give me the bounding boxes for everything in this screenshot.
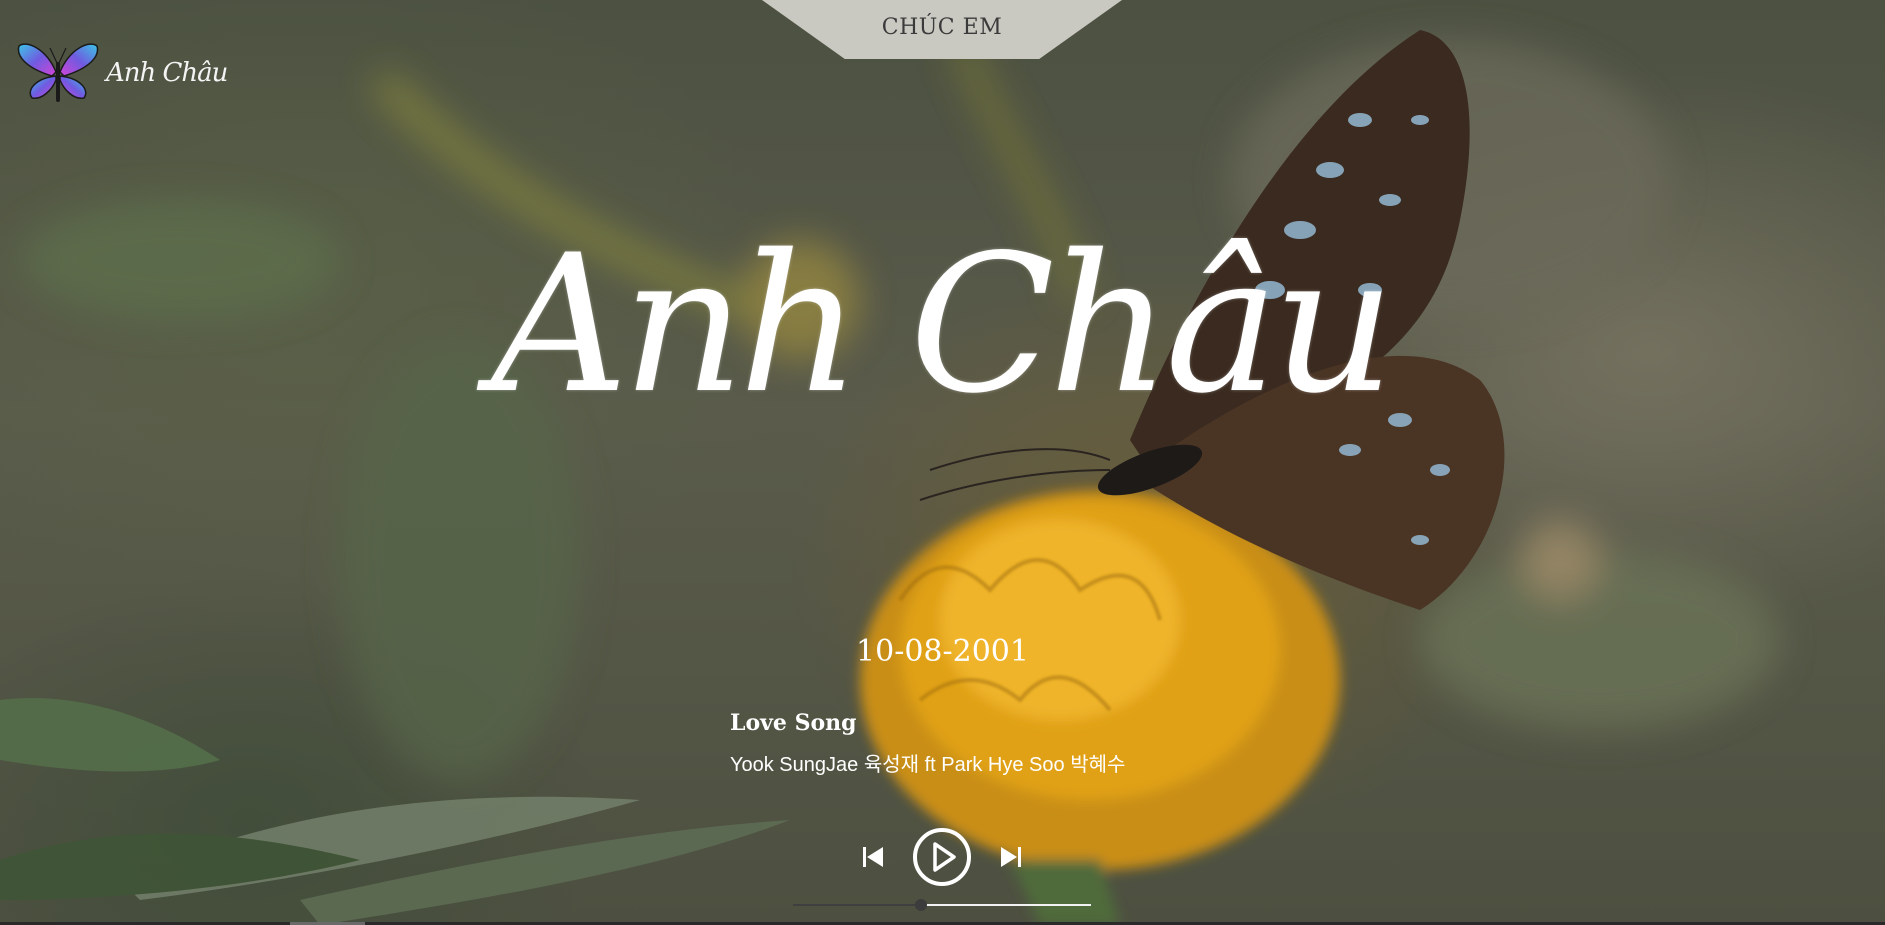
previous-button[interactable]	[862, 846, 884, 868]
nav-tab-label: CHÚC EM	[881, 15, 1003, 40]
hero-title: Anh Châu	[491, 214, 1395, 435]
song-artist: Yook SungJae 육성재 ft Park Hye Soo 박혜수	[730, 754, 1126, 776]
progress-fill	[793, 904, 922, 906]
progress-slider[interactable]	[793, 899, 1091, 911]
next-button[interactable]	[1000, 846, 1022, 868]
player-controls	[862, 825, 1022, 889]
logo-text: Anh Châu	[106, 58, 228, 88]
hero-section: CHÚC EM Anh Châu Anh Châu 10-08-2001 Lov…	[0, 0, 1885, 925]
birth-date: 10-08-2001	[856, 634, 1029, 669]
play-icon	[913, 828, 971, 886]
butterfly-icon	[17, 43, 99, 102]
song-title: Love Song	[730, 710, 857, 736]
site-logo[interactable]: Anh Châu	[16, 38, 228, 108]
background-image	[0, 30, 1780, 925]
skip-next-icon	[1001, 847, 1021, 867]
play-button[interactable]	[912, 827, 972, 887]
skip-previous-icon	[863, 847, 883, 867]
progress-knob[interactable]	[915, 899, 928, 911]
